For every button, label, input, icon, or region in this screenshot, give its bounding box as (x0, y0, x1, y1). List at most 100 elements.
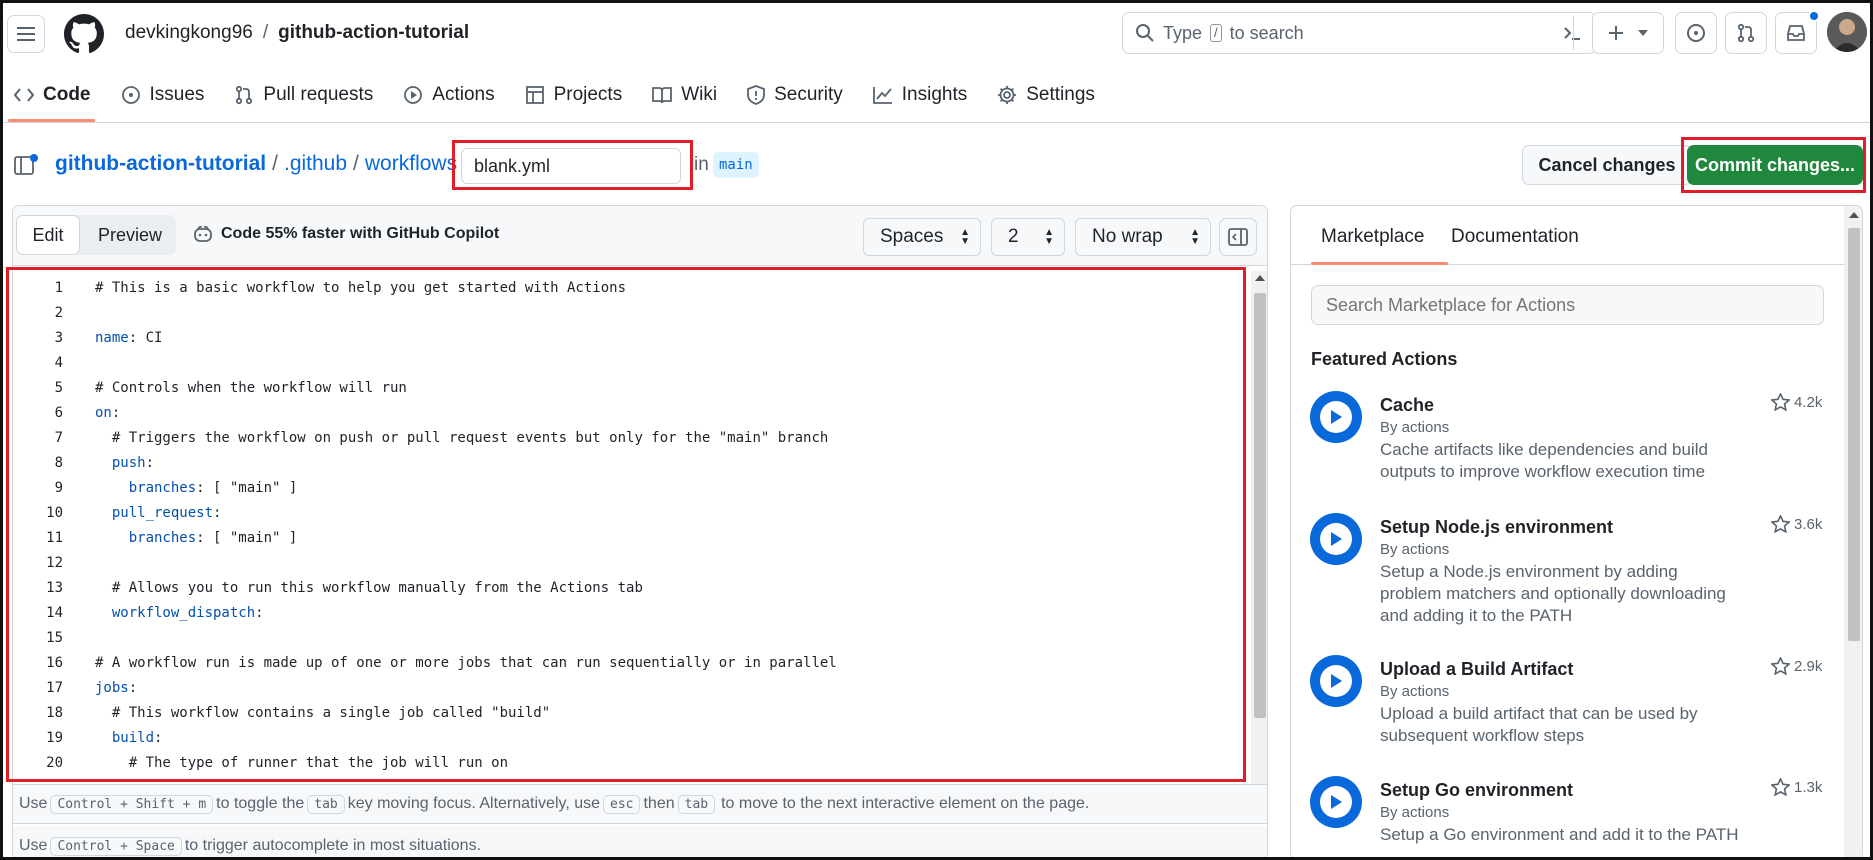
breadcrumb-repo[interactable]: github-action-tutorial (55, 152, 266, 176)
featured-action-card[interactable]: Setup Node.js environment By actions Setup… (1310, 513, 1830, 629)
tab-preview-label: Preview (97, 224, 163, 245)
in-label: in (694, 154, 709, 175)
tab-documentation[interactable]: Documentation (1451, 226, 1579, 248)
editor-scrollbar-thumb[interactable] (1254, 293, 1266, 718)
breadcrumb-workflows-folder[interactable]: workflows (365, 152, 457, 176)
action-play-icon (1310, 655, 1362, 707)
action-description-line-2: subsequent workflow steps (1380, 726, 1585, 745)
copilot-promo-text: Code 55% faster with GitHub Copilot (221, 225, 500, 242)
command-palette-icon[interactable] (1561, 22, 1583, 44)
wrap-mode-select[interactable]: No wrap ▲ ▼ (1075, 218, 1211, 256)
repo-link[interactable]: github-action-tutorial (278, 22, 469, 44)
copilot-icon (194, 225, 212, 242)
action-play-icon (1310, 391, 1362, 443)
action-title[interactable]: Cache (1380, 395, 1434, 416)
tab-code[interactable]: Code (14, 80, 91, 110)
shield-icon (747, 85, 766, 105)
tab-wiki[interactable]: Wiki (652, 80, 717, 110)
tab-security[interactable]: Security (747, 80, 843, 110)
indent-size-value: 2 (1008, 226, 1019, 247)
indent-mode-value: Spaces (880, 226, 944, 247)
tab-edit[interactable]: Edit (16, 215, 80, 255)
notification-dot (1808, 10, 1820, 22)
action-stars[interactable]: 4.2k (1771, 393, 1822, 411)
action-title[interactable]: Setup Go environment (1380, 780, 1573, 801)
kbd-esc: esc (603, 794, 641, 814)
breadcrumb-github-folder[interactable]: .github (284, 152, 347, 176)
branch-label[interactable]: main (713, 152, 759, 178)
tab-settings[interactable]: Settings (997, 80, 1095, 110)
triangle-down-icon (1638, 30, 1648, 36)
tab-code-label: Code (43, 84, 91, 105)
indent-mode-select[interactable]: Spaces ▲ ▼ (863, 218, 981, 256)
create-new-button[interactable] (1592, 12, 1664, 54)
tab-projects[interactable]: Projects (525, 80, 622, 110)
action-star-count: 3.6k (1794, 515, 1823, 533)
kbd-toggle-tab: Control + Shift + m (50, 794, 214, 814)
hint-use-2: Use (19, 837, 48, 854)
sidebar-scrollbar-thumb[interactable] (1848, 228, 1860, 641)
tab-actions-label: Actions (432, 84, 495, 105)
inbox-icon (1787, 25, 1805, 41)
tab-wiki-label: Wiki (681, 84, 718, 105)
cancel-changes-button[interactable]: Cancel changes (1522, 145, 1692, 185)
featured-action-card[interactable]: Setup Go environment By actions Setup a Go… (1310, 776, 1830, 860)
action-star-count: 4.2k (1794, 393, 1823, 411)
action-stars[interactable]: 1.3k (1771, 778, 1822, 796)
nav-divider (0, 122, 1873, 123)
tab-pull-requests[interactable]: Pull requests (234, 80, 373, 110)
global-search[interactable]: Type / to search (1122, 12, 1596, 54)
featured-action-card[interactable]: Upload a Build Artifact By actions Upload … (1310, 655, 1830, 771)
tab-preview[interactable]: Preview (85, 215, 175, 255)
hint-alt-text: key moving focus. Alternatively, use (347, 795, 600, 812)
action-play-inner (1320, 401, 1352, 433)
breadcrumb-sep-2: / (353, 152, 359, 175)
tab-marketplace-underline (1311, 262, 1448, 265)
issue-opened-icon (1687, 24, 1705, 42)
book-icon (652, 87, 673, 104)
tab-marketplace-label: Marketplace (1321, 226, 1425, 247)
avatar[interactable] (1827, 12, 1867, 52)
action-description-line-2: outputs to improve workflow execution ti… (1380, 462, 1706, 481)
toggle-sidebar-button[interactable] (1219, 218, 1257, 256)
tab-actions[interactable]: Actions (403, 80, 495, 110)
action-star-count: 2.9k (1794, 657, 1823, 675)
tab-edit-label: Edit (32, 224, 64, 245)
select-arrows-icon: ▲ ▼ (1190, 227, 1200, 247)
action-stars[interactable]: 2.9k (1771, 657, 1822, 675)
scroll-up-arrow-icon[interactable] (1255, 275, 1265, 281)
editor-scrollbar[interactable] (1251, 271, 1267, 788)
action-title[interactable]: Setup Node.js environment (1380, 517, 1613, 538)
copilot-promo[interactable]: Code 55% faster with GitHub Copilot (193, 225, 499, 243)
issue-icon (121, 86, 140, 104)
commit-highlight-box (1681, 137, 1866, 193)
sidebar-expand-icon (1228, 228, 1248, 246)
sidebar-scroll-up-icon[interactable] (1849, 212, 1859, 218)
featured-action-card[interactable]: Cache By actions Cache artifacts like depe… (1310, 391, 1830, 507)
menu-button[interactable] (7, 15, 45, 53)
marketplace-search-input[interactable] (1311, 285, 1824, 325)
action-play-inner (1320, 523, 1352, 555)
owner-separator: / (262, 22, 269, 43)
hint-toggle-text: to toggle the (216, 795, 305, 812)
indent-size-select[interactable]: 2 ▲ ▼ (991, 218, 1065, 256)
action-title[interactable]: Upload a Build Artifact (1380, 659, 1573, 680)
star-icon (1771, 393, 1790, 411)
file-tree-toggle-icon[interactable] (14, 154, 38, 176)
action-author: By actions (1380, 804, 1450, 821)
repo-nav: Code Issues Pull requests Actions Projec… (14, 80, 1095, 110)
github-logo-icon[interactable] (64, 14, 104, 54)
featured-actions-title: Featured Actions (1311, 349, 1458, 369)
issues-button[interactable] (1675, 12, 1717, 54)
hint-tab-focus: Use Control + Shift + m to toggle the ta… (13, 784, 1267, 824)
search-icon (1136, 24, 1154, 42)
tab-issues[interactable]: Issues (121, 80, 204, 110)
sidebar-scrollbar[interactable] (1844, 206, 1862, 859)
tab-settings-label: Settings (1026, 84, 1095, 105)
tab-marketplace[interactable]: Marketplace (1321, 226, 1425, 248)
action-stars[interactable]: 3.6k (1771, 515, 1822, 533)
tab-insights[interactable]: Insights (872, 80, 967, 110)
owner-link[interactable]: devkingkong96 (125, 22, 253, 44)
pull-requests-button[interactable] (1725, 12, 1767, 54)
filename-highlight-box (452, 140, 693, 190)
